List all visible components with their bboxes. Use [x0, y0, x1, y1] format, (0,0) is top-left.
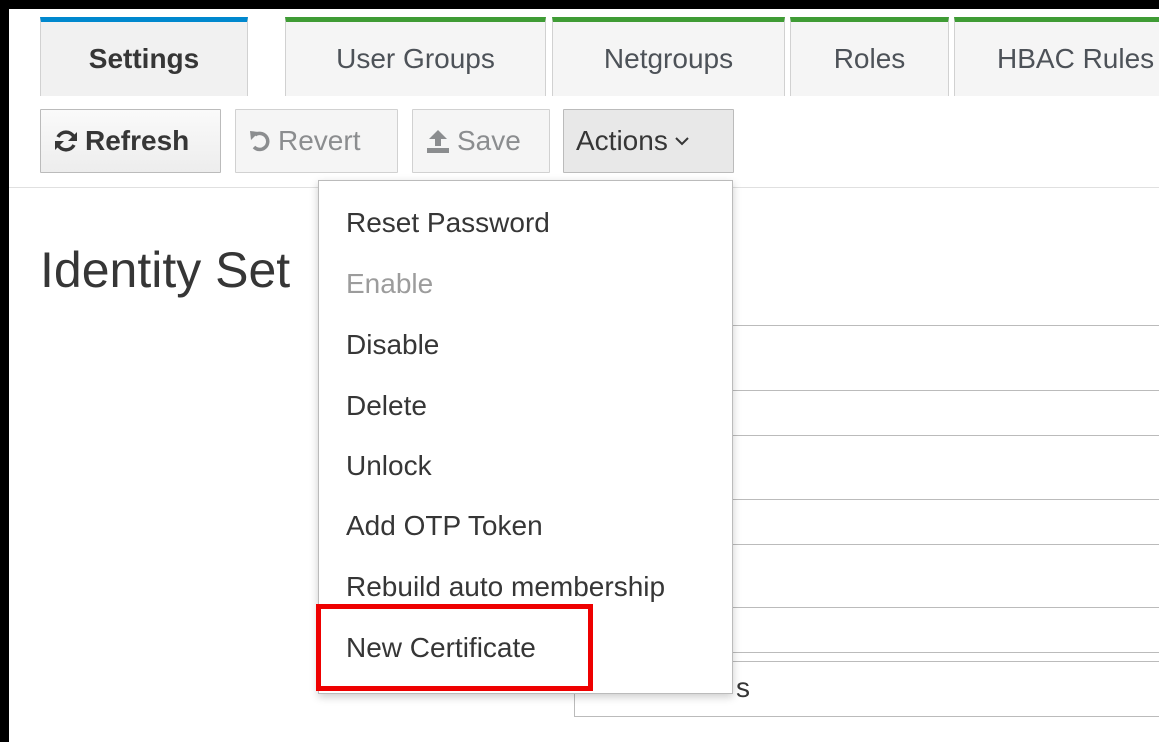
chevron-down-icon: [674, 135, 690, 147]
field-divider: [709, 652, 1159, 653]
tab-hbac-rules[interactable]: HBAC Rules: [954, 17, 1159, 96]
menu-item-enable: Enable: [346, 268, 434, 299]
tab-user-groups[interactable]: User Groups: [285, 17, 546, 96]
revert-label: Revert: [278, 125, 361, 156]
revert-button[interactable]: Revert: [235, 109, 398, 173]
menu-item-delete[interactable]: Delete: [346, 390, 427, 422]
refresh-icon: [53, 128, 79, 154]
tab-strip: Settings User Groups Netgroups Roles HBA…: [9, 9, 1159, 96]
highlight-box: [316, 604, 593, 691]
field-divider: [709, 499, 1159, 500]
menu-item-unlock[interactable]: Unlock: [346, 450, 432, 482]
save-button[interactable]: Save: [412, 109, 550, 173]
tab-netgroups[interactable]: Netgroups: [552, 17, 785, 96]
page-title: Identity Set: [40, 242, 291, 298]
field-value: s: [736, 672, 750, 703]
actions-label: Actions: [576, 125, 668, 156]
field-divider: [709, 607, 1159, 608]
refresh-button[interactable]: Refresh: [40, 109, 221, 173]
app-frame: Settings User Groups Netgroups Roles HBA…: [9, 9, 1159, 742]
field-divider: [709, 544, 1159, 545]
field-divider: [709, 390, 1159, 391]
menu-item-rebuild-auto-membership[interactable]: Rebuild auto membership: [346, 571, 665, 603]
save-label: Save: [457, 125, 521, 156]
undo-icon: [248, 129, 272, 153]
upload-icon: [425, 128, 451, 154]
refresh-label: Refresh: [85, 125, 190, 156]
tab-settings[interactable]: Settings: [40, 17, 248, 96]
tab-roles[interactable]: Roles: [790, 17, 949, 96]
actions-dropdown-button[interactable]: Actions: [563, 109, 734, 173]
menu-item-reset-password[interactable]: Reset Password: [346, 207, 550, 239]
field-divider: [709, 325, 1159, 326]
menu-item-disable[interactable]: Disable: [346, 329, 439, 361]
field-divider: [709, 435, 1159, 436]
menu-item-add-otp-token[interactable]: Add OTP Token: [346, 510, 543, 542]
